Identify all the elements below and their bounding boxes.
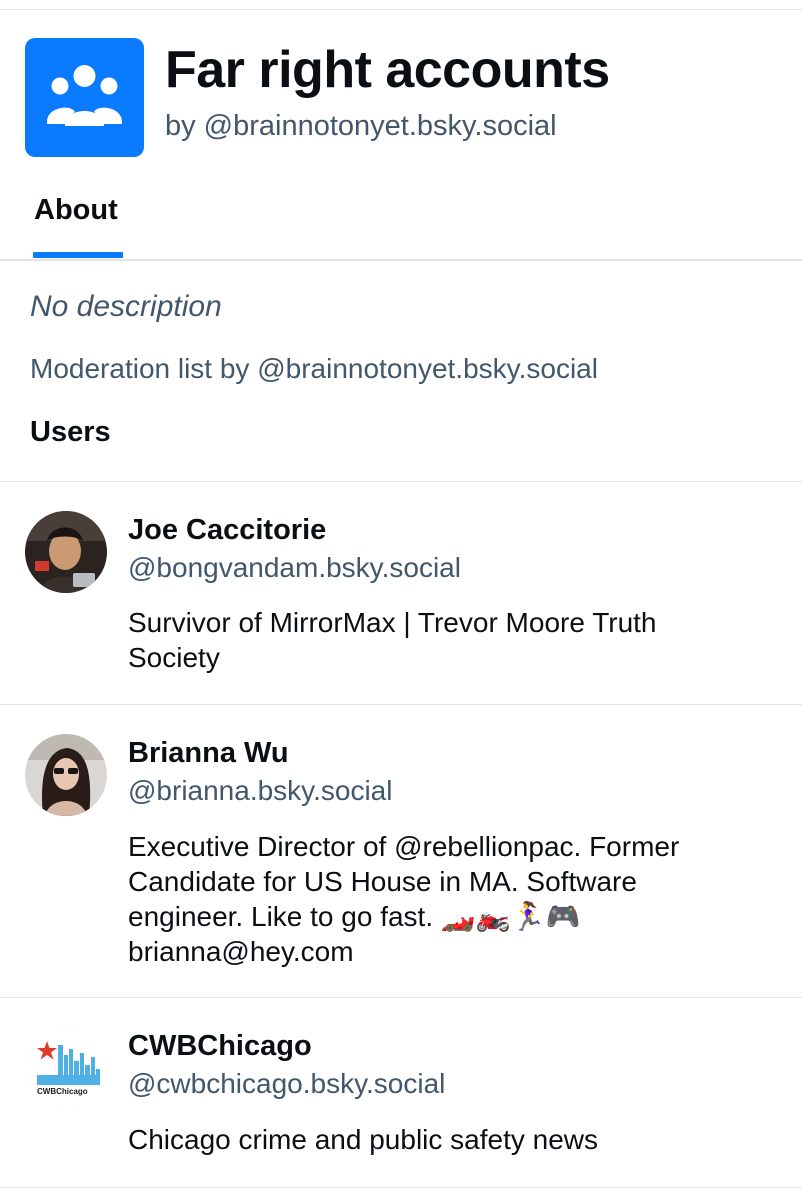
user-name: Joe Caccitorie: [128, 514, 327, 546]
user-bio: Survivor of MirrorMax | Trevor Moore Tru…: [128, 607, 657, 673]
list-byline[interactable]: by @brainnotonyet.bsky.social: [165, 110, 557, 143]
tab-selected-indicator: [33, 252, 123, 258]
users-heading: Users: [30, 416, 111, 448]
moderation-list-owner[interactable]: Moderation list by @brainnotonyet.bsky.s…: [30, 353, 598, 385]
user-handle: @brianna.bsky.social: [128, 775, 393, 806]
user-bio: Executive Director of @rebellionpac. For…: [128, 831, 680, 967]
svg-text:CWBChicago: CWBChicago: [37, 1087, 88, 1096]
avatar[interactable]: CWBChicago: [25, 1027, 107, 1109]
users-group-icon: [47, 65, 122, 126]
list-item[interactable]: Joe Caccitorie @bongvandam.bsky.social S…: [0, 482, 802, 704]
user-name: Brianna Wu: [128, 737, 289, 769]
list-item[interactable]: Brianna Wu @brianna.bsky.social Executiv…: [0, 705, 802, 997]
row-divider: [0, 1187, 802, 1188]
user-handle: @cwbchicago.bsky.social: [128, 1068, 446, 1099]
list-item[interactable]: CWBChicago CWBChicago @cwbchicago.bsky.s…: [0, 998, 802, 1188]
list-description: No description: [30, 290, 222, 323]
user-bio: Chicago crime and public safety news: [128, 1124, 599, 1155]
avatar[interactable]: [25, 734, 107, 816]
cwbchicago-logo: CWBChicago: [25, 1027, 107, 1109]
top-divider: [0, 9, 802, 10]
tabs-divider: [0, 259, 802, 261]
list-header: Far right accounts by @brainnotonyet.bsk…: [25, 38, 785, 158]
tab-bar: About: [0, 170, 802, 260]
tab-about[interactable]: About: [34, 194, 118, 227]
avatar[interactable]: [25, 511, 107, 593]
user-name: CWBChicago: [128, 1030, 312, 1062]
user-handle: @bongvandam.bsky.social: [128, 552, 461, 583]
list-avatar: [25, 38, 144, 157]
page-title: Far right accounts: [165, 41, 610, 99]
